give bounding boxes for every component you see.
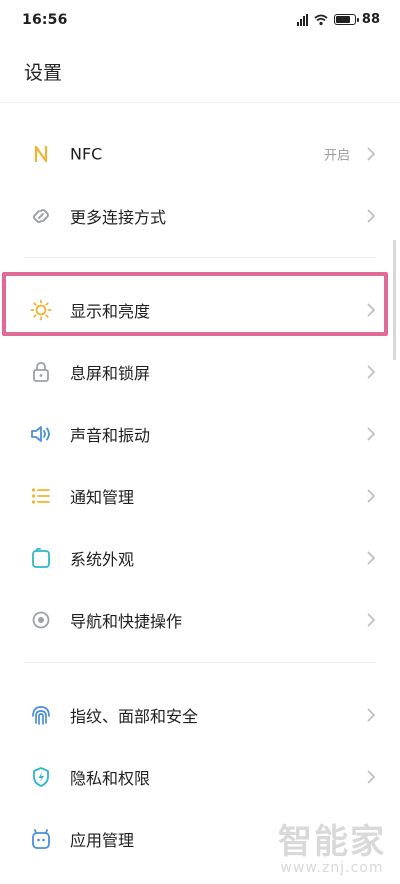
header-divider: [0, 102, 400, 103]
watermark: 智能家 www.znj.com: [278, 824, 386, 876]
chevron-right-icon: [367, 613, 376, 627]
settings-item-label: 更多连接方式: [70, 208, 167, 227]
settings-item-label: 息屏和锁屏: [70, 364, 151, 383]
settings-item-label: 显示和亮度: [70, 302, 151, 321]
shield-icon: [30, 766, 52, 788]
status-icons: 88: [296, 12, 380, 27]
settings-item-sound-vibration[interactable]: 声音和振动: [0, 403, 400, 465]
settings-item-screen-lock[interactable]: 息屏和锁屏: [0, 341, 400, 403]
nfc-icon: [30, 143, 52, 165]
chevron-right-icon: [367, 365, 376, 379]
settings-item-value: 开启: [323, 148, 350, 164]
settings-item-notifications[interactable]: 通知管理: [0, 465, 400, 527]
theme-icon: [30, 547, 52, 569]
settings-item-navigation-shortcuts[interactable]: 导航和快捷操作: [0, 589, 400, 651]
settings-item-system-appearance[interactable]: 系统外观: [0, 527, 400, 589]
speaker-icon: [30, 423, 52, 445]
chevron-right-icon: [367, 303, 376, 317]
chevron-right-icon: [367, 147, 376, 161]
status-bar: 16:56 88: [0, 0, 400, 40]
settings-item-label: 声音和振动: [70, 426, 151, 445]
chevron-right-icon: [367, 427, 376, 441]
settings-item-label: 导航和快捷操作: [70, 612, 183, 631]
settings-item-more-connections[interactable]: 更多连接方式: [0, 185, 400, 247]
status-time: 16:56: [22, 12, 68, 28]
settings-item-label: 系统外观: [70, 550, 135, 569]
wifi-icon: [314, 14, 328, 25]
battery-level: 88: [361, 12, 380, 27]
group-divider: [24, 662, 376, 663]
chevron-right-icon: [367, 489, 376, 503]
app-icon: [30, 828, 52, 850]
settings-item-label: 应用管理: [70, 831, 135, 850]
settings-item-label: NFC: [70, 144, 103, 164]
link-icon: [30, 205, 52, 227]
watermark-logo: 智能家: [278, 822, 386, 862]
chevron-right-icon: [367, 551, 376, 565]
navigation-icon: [30, 609, 52, 631]
settings-item-fingerprint-face-security[interactable]: 指纹、面部和安全: [0, 684, 400, 746]
settings-item-label: 通知管理: [70, 488, 135, 507]
sun-icon: [30, 299, 52, 321]
settings-item-label: 隐私和权限: [70, 769, 151, 788]
watermark-url: www.znj.com: [280, 860, 384, 876]
settings-item-privacy-permissions[interactable]: 隐私和权限: [0, 746, 400, 808]
settings-item-label: 指纹、面部和安全: [70, 707, 199, 726]
lock-icon: [30, 361, 52, 383]
battery-icon: [333, 14, 359, 25]
page-title: 设置: [24, 62, 63, 84]
settings-item-display-brightness[interactable]: 显示和亮度: [0, 279, 400, 341]
list-icon: [30, 485, 52, 507]
settings-item-nfc[interactable]: NFC 开启: [0, 123, 400, 185]
signal-icon: [296, 13, 308, 26]
group-divider: [24, 257, 376, 258]
scrollbar[interactable]: [393, 240, 396, 360]
chevron-right-icon: [367, 708, 376, 722]
fingerprint-icon: [30, 704, 52, 726]
chevron-right-icon: [367, 209, 376, 223]
chevron-right-icon: [367, 770, 376, 784]
